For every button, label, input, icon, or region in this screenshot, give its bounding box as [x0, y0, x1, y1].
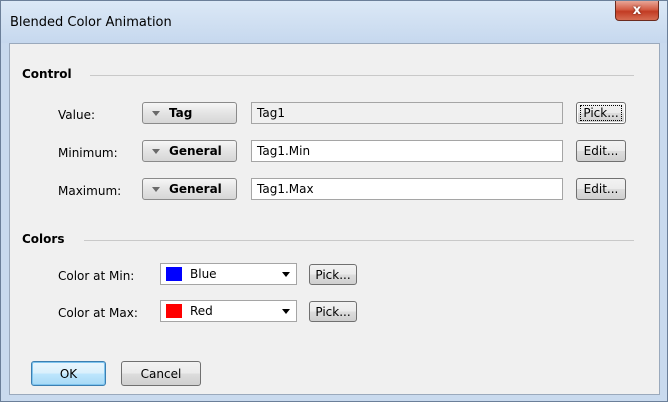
- color-max-pick-button[interactable]: Pick...: [309, 301, 357, 322]
- dialog-body: Control Value: Tag Tag1 Pick... Minimum:…: [9, 43, 660, 395]
- minimum-type-dropdown[interactable]: General: [142, 140, 237, 162]
- maximum-type-label: General: [169, 182, 222, 196]
- value-type-label: Tag: [169, 106, 193, 120]
- window-title: Blended Color Animation: [10, 15, 172, 30]
- minimum-edit-button[interactable]: Edit...: [576, 140, 626, 162]
- color-min-swatch: [166, 267, 182, 281]
- color-min-label: Color at Min:: [58, 269, 135, 283]
- colors-group-heading: Colors: [22, 232, 65, 246]
- close-button[interactable]: x: [615, 1, 659, 21]
- chevron-down-icon: [282, 309, 290, 314]
- control-group-heading: Control: [22, 67, 72, 81]
- chevron-down-icon: [152, 148, 160, 154]
- color-min-pick-button[interactable]: Pick...: [309, 264, 357, 285]
- chevron-down-icon: [282, 272, 290, 277]
- color-max-select[interactable]: Red: [160, 300, 297, 322]
- color-max-label: Color at Max:: [58, 306, 138, 320]
- value-pick-button[interactable]: Pick...: [576, 102, 626, 124]
- maximum-field[interactable]: Tag1.Max: [251, 178, 563, 200]
- chevron-down-icon: [152, 186, 160, 192]
- value-pick-label: Pick...: [580, 105, 622, 121]
- color-min-select[interactable]: Blue: [160, 263, 297, 285]
- value-type-dropdown[interactable]: Tag: [142, 102, 237, 124]
- ok-button[interactable]: OK: [31, 361, 106, 386]
- chevron-down-icon: [152, 110, 160, 116]
- dialog-window: Blended Color Animation x Control Value:…: [0, 0, 668, 402]
- color-max-swatch: [166, 304, 182, 318]
- color-min-value: Blue: [190, 267, 217, 281]
- maximum-type-dropdown[interactable]: General: [142, 178, 237, 200]
- value-field[interactable]: Tag1: [251, 102, 563, 124]
- minimum-type-label: General: [169, 144, 222, 158]
- value-label: Value:: [58, 108, 95, 122]
- maximum-label: Maximum:: [58, 184, 122, 198]
- maximum-edit-button[interactable]: Edit...: [576, 178, 626, 200]
- minimum-field[interactable]: Tag1.Min: [251, 140, 563, 162]
- colors-group-divider: [84, 240, 634, 241]
- control-group-divider: [90, 75, 634, 76]
- minimum-label: Minimum:: [58, 146, 118, 160]
- title-bar[interactable]: Blended Color Animation x: [1, 1, 667, 43]
- close-icon: x: [632, 3, 642, 18]
- cancel-button[interactable]: Cancel: [121, 361, 201, 386]
- color-max-value: Red: [190, 304, 213, 318]
